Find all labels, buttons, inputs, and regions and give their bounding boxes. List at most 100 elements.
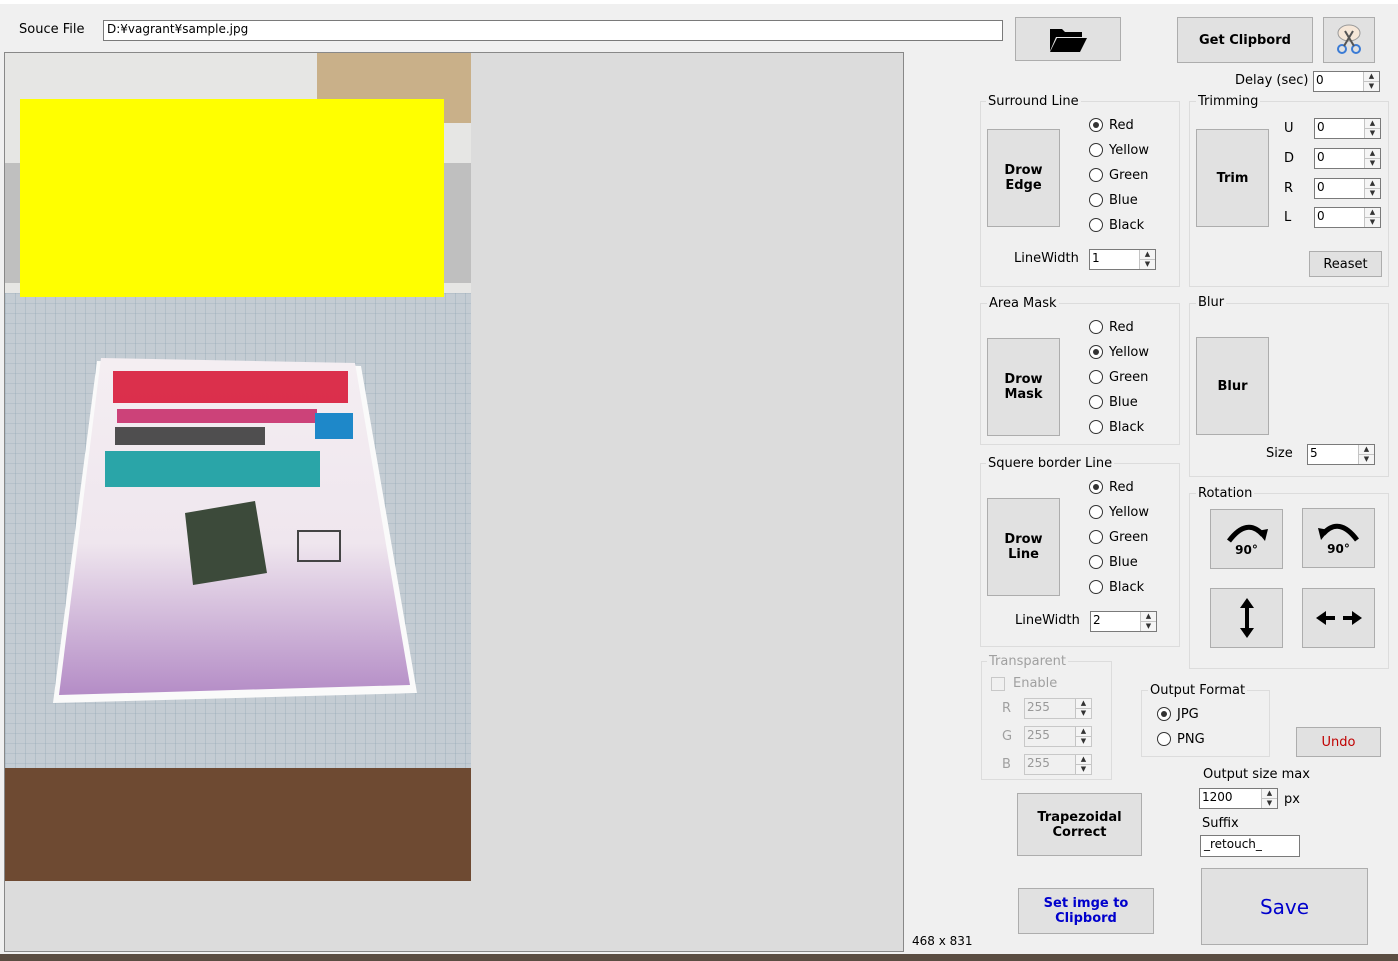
transparent-enable-checkbox[interactable] — [991, 677, 1005, 691]
radio-circle-icon — [1089, 555, 1103, 569]
radio-circle-icon — [1089, 345, 1103, 359]
spin-up-icon[interactable]: ▲ — [1141, 612, 1156, 621]
spin-down-icon[interactable]: ▼ — [1076, 708, 1091, 718]
spin-up-icon[interactable]: ▲ — [1365, 179, 1380, 188]
draw-line-button[interactable]: Drow Line — [987, 498, 1060, 596]
surround-radio-green[interactable]: Green — [1089, 166, 1148, 184]
radio-circle-icon — [1089, 580, 1103, 594]
output-size-spinner[interactable]: 1200 ▲ ▼ — [1199, 788, 1278, 809]
mask-radio-yellow[interactable]: Yellow — [1089, 343, 1149, 361]
rotate-clockwise-icon — [1226, 524, 1268, 543]
spin-up-icon[interactable]: ▲ — [1364, 72, 1379, 81]
transparent-label-b: B — [1002, 757, 1011, 772]
spin-down-icon[interactable]: ▼ — [1365, 188, 1380, 198]
spin-up-icon[interactable]: ▲ — [1365, 208, 1380, 217]
surround-linewidth-label: LineWidth — [1014, 251, 1079, 266]
spin-up-icon[interactable]: ▲ — [1359, 445, 1374, 454]
square-radio-red[interactable]: Red — [1089, 478, 1134, 496]
suffix-input[interactable]: _retouch_ — [1200, 835, 1300, 857]
source-file-label: Souce File — [19, 22, 85, 37]
trim-spinner-d[interactable]: 0 ▲ ▼ — [1314, 148, 1381, 169]
spin-down-icon[interactable]: ▼ — [1359, 454, 1374, 464]
spin-up-icon[interactable]: ▲ — [1262, 789, 1277, 798]
mask-radio-blue[interactable]: Blue — [1089, 393, 1138, 411]
square-radio-black[interactable]: Black — [1089, 578, 1144, 596]
blur-size-spinner[interactable]: 5 ▲ ▼ — [1307, 444, 1375, 465]
spin-down-icon[interactable]: ▼ — [1262, 798, 1277, 808]
trim-label-r: R — [1284, 181, 1294, 196]
snip-button[interactable] — [1323, 17, 1375, 63]
spin-up-icon[interactable]: ▲ — [1076, 699, 1091, 708]
rotate-cw-button[interactable]: 90° — [1210, 509, 1283, 569]
spin-up-icon[interactable]: ▲ — [1365, 149, 1380, 158]
rotate-ccw-button[interactable]: 90° — [1302, 508, 1375, 568]
trim-spinner-u[interactable]: 0 ▲ ▼ — [1314, 118, 1381, 139]
spin-up-icon[interactable]: ▲ — [1076, 727, 1091, 736]
spin-down-icon[interactable]: ▼ — [1365, 158, 1380, 168]
transparent-label-r: R — [1002, 701, 1012, 716]
radio-circle-icon — [1089, 143, 1103, 157]
draw-mask-button[interactable]: Drow Mask — [987, 338, 1060, 436]
radio-circle-icon — [1089, 193, 1103, 207]
transparent-spinner-g[interactable]: 255 ▲ ▼ — [1024, 726, 1092, 747]
spin-down-icon[interactable]: ▼ — [1141, 621, 1156, 631]
square-radio-blue[interactable]: Blue — [1089, 553, 1138, 571]
set-image-to-clipboard-button[interactable]: Set imge to Clipbord — [1018, 888, 1154, 934]
image-canvas[interactable] — [4, 52, 904, 952]
radio-circle-icon — [1089, 395, 1103, 409]
format-radio-jpg[interactable]: JPG — [1157, 705, 1199, 723]
trim-spinner-l[interactable]: 0 ▲ ▼ — [1314, 207, 1381, 228]
flip-horizontal-button[interactable] — [1302, 588, 1375, 648]
surround-radio-label: Red — [1109, 117, 1134, 133]
square-border-title: Squere border Line — [986, 456, 1115, 471]
get-clipboard-button[interactable]: Get Clipbord — [1177, 17, 1313, 63]
trapezoidal-correct-button[interactable]: Trapezoidal Correct — [1017, 793, 1142, 856]
trim-button[interactable]: Trim — [1196, 129, 1269, 227]
transparent-spinner-b[interactable]: 255 ▲ ▼ — [1024, 754, 1092, 775]
mask-radio-label: Black — [1109, 419, 1145, 435]
blur-button[interactable]: Blur — [1196, 337, 1269, 435]
square-radio-label: Black — [1109, 579, 1145, 595]
trim-label-u: U — [1284, 121, 1294, 136]
reset-button[interactable]: Reaset — [1309, 251, 1382, 277]
spin-down-icon[interactable]: ▼ — [1076, 764, 1091, 774]
mask-radio-red[interactable]: Red — [1089, 318, 1134, 336]
surround-linewidth-spinner[interactable]: 1 ▲ ▼ — [1089, 249, 1156, 270]
open-folder-button[interactable] — [1015, 17, 1121, 61]
transparent-title: Transparent — [987, 654, 1068, 669]
transparent-spinner-r[interactable]: 255 ▲ ▼ — [1024, 698, 1092, 719]
output-size-label: Output size max — [1203, 767, 1310, 782]
spin-down-icon[interactable]: ▼ — [1365, 128, 1380, 138]
spin-down-icon[interactable]: ▼ — [1076, 736, 1091, 746]
trim-spinner-r[interactable]: 0 ▲ ▼ — [1314, 178, 1381, 199]
spin-down-icon[interactable]: ▼ — [1365, 217, 1380, 227]
mask-radio-label: Blue — [1109, 394, 1138, 410]
square-radio-yellow[interactable]: Yellow — [1089, 503, 1149, 521]
surround-radio-blue[interactable]: Blue — [1089, 191, 1138, 209]
format-radio-png[interactable]: PNG — [1157, 730, 1205, 748]
spin-up-icon[interactable]: ▲ — [1140, 250, 1155, 259]
square-radio-green[interactable]: Green — [1089, 528, 1148, 546]
spin-down-icon[interactable]: ▼ — [1140, 259, 1155, 269]
undo-button[interactable]: Undo — [1296, 727, 1381, 757]
rotation-title: Rotation — [1196, 486, 1255, 501]
spin-up-icon[interactable]: ▲ — [1365, 119, 1380, 128]
radio-circle-icon — [1157, 732, 1171, 746]
flip-vertical-button[interactable] — [1210, 588, 1283, 648]
mask-radio-black[interactable]: Black — [1089, 418, 1144, 436]
mask-radio-green[interactable]: Green — [1089, 368, 1148, 386]
surround-radio-yellow[interactable]: Yellow — [1089, 141, 1149, 159]
surround-radio-label: Blue — [1109, 192, 1138, 208]
spin-up-icon[interactable]: ▲ — [1076, 755, 1091, 764]
draw-edge-button[interactable]: Drow Edge — [987, 129, 1060, 227]
suffix-label: Suffix — [1202, 816, 1239, 831]
spin-down-icon[interactable]: ▼ — [1364, 81, 1379, 91]
scissors-icon — [1337, 24, 1361, 54]
delay-spinner[interactable]: 0 ▲ ▼ — [1313, 71, 1380, 92]
save-button[interactable]: Save — [1201, 868, 1368, 945]
source-file-input[interactable]: D:¥vagrant¥sample.jpg — [103, 20, 1003, 41]
surround-radio-red[interactable]: Red — [1089, 116, 1134, 134]
square-linewidth-spinner[interactable]: 2 ▲ ▼ — [1090, 611, 1157, 632]
surround-radio-black[interactable]: Black — [1089, 216, 1144, 234]
surround-line-title: Surround Line — [986, 94, 1081, 109]
